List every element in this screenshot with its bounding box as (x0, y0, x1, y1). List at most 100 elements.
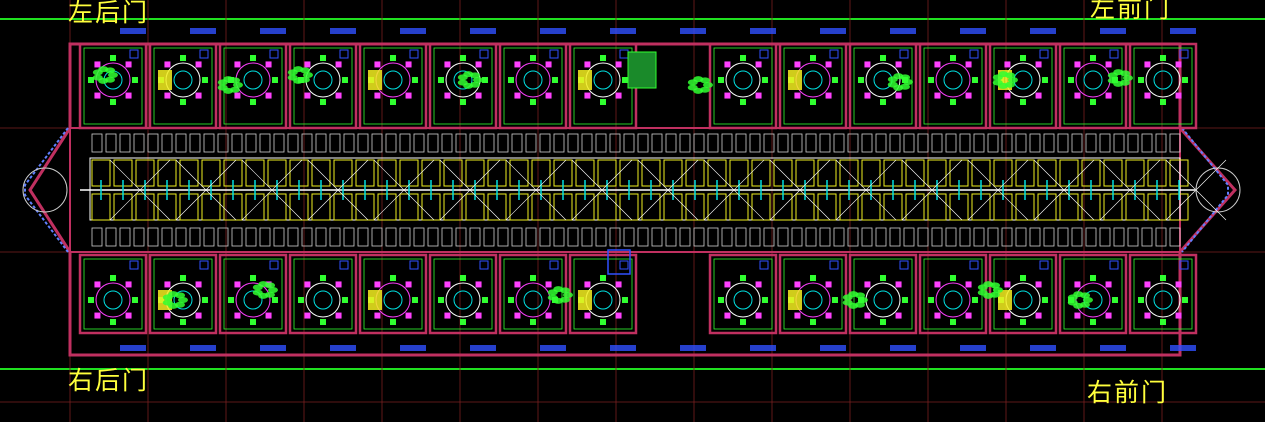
tag-mark (120, 28, 146, 34)
chair-mark (530, 275, 536, 281)
chair-mark (718, 297, 724, 303)
chair-mark (444, 281, 451, 288)
chair-mark (110, 55, 116, 61)
chair-mark (444, 61, 451, 68)
plant-icon (700, 77, 711, 84)
chair-mark (475, 61, 482, 68)
chair-mark (94, 281, 101, 288)
chair-mark (265, 312, 272, 319)
chair-mark (880, 55, 886, 61)
chair-mark (335, 92, 342, 99)
chair-mark (1090, 319, 1096, 325)
chair-mark (794, 92, 801, 99)
tag-mark (540, 28, 566, 34)
chair-mark (482, 297, 488, 303)
chair-mark (895, 312, 902, 319)
chair-mark (895, 92, 902, 99)
chair-mark (460, 55, 466, 61)
chair-mark (110, 275, 116, 281)
plant-icon (105, 67, 116, 74)
chair-mark (600, 55, 606, 61)
chair-mark (1182, 297, 1188, 303)
chair-mark (374, 312, 381, 319)
chair-mark (1160, 55, 1166, 61)
chair-mark (164, 281, 171, 288)
plant-icon (300, 67, 311, 74)
tag-mark (610, 345, 636, 351)
chair-mark (755, 281, 762, 288)
tag-mark (190, 345, 216, 351)
chair-mark (234, 281, 241, 288)
chair-mark (1144, 61, 1151, 68)
tag-mark (890, 28, 916, 34)
chair-mark (1074, 281, 1081, 288)
chair-mark (1074, 61, 1081, 68)
chair-mark (832, 297, 838, 303)
planter-block (627, 51, 657, 89)
chair-mark (1004, 61, 1011, 68)
chair-mark (530, 55, 536, 61)
chair-mark (740, 319, 746, 325)
chair-mark (810, 275, 816, 281)
chair-mark (584, 61, 591, 68)
plant-icon (92, 74, 103, 81)
chair-mark (1074, 92, 1081, 99)
plant-icon (457, 79, 468, 86)
chair-mark (794, 61, 801, 68)
chair-mark (740, 55, 746, 61)
chair-mark (1175, 61, 1182, 68)
tag-mark (260, 28, 286, 34)
chair-mark (615, 312, 622, 319)
chair-mark (180, 99, 186, 105)
chair-mark (950, 275, 956, 281)
chair-mark (600, 99, 606, 105)
chair-mark (405, 61, 412, 68)
plant-icon (252, 289, 263, 296)
chair-mark (584, 281, 591, 288)
chair-mark (1138, 297, 1144, 303)
chair-mark (972, 77, 978, 83)
chair-mark (1105, 92, 1112, 99)
chair-mark (950, 55, 956, 61)
tag-mark (890, 345, 916, 351)
chair-mark (374, 281, 381, 288)
chair-mark (195, 281, 202, 288)
tag-mark (960, 345, 986, 351)
plant-icon (217, 84, 228, 91)
chair-mark (934, 281, 941, 288)
chair-mark (265, 61, 272, 68)
chair-mark (405, 281, 412, 288)
chair-mark (794, 312, 801, 319)
chair-mark (88, 297, 94, 303)
chair-mark (1035, 61, 1042, 68)
tag-mark (1170, 345, 1196, 351)
chair-mark (475, 92, 482, 99)
plant-icon (1067, 299, 1078, 306)
tag-mark (960, 28, 986, 34)
plant-icon (265, 282, 276, 289)
chair-mark (390, 275, 396, 281)
chair-mark (272, 77, 278, 83)
tag-mark (680, 345, 706, 351)
highlight-panel (788, 290, 802, 310)
chair-mark (810, 55, 816, 61)
chair-mark (250, 55, 256, 61)
chair-mark (412, 77, 418, 83)
chair-mark (724, 312, 731, 319)
plant-icon (900, 74, 911, 81)
chair-mark (755, 92, 762, 99)
chair-mark (265, 92, 272, 99)
chair-mark (1090, 55, 1096, 61)
chair-mark (320, 55, 326, 61)
plant-icon (842, 299, 853, 306)
chair-mark (858, 77, 864, 83)
chair-mark (195, 61, 202, 68)
chair-mark (1090, 275, 1096, 281)
chair-mark (832, 77, 838, 83)
tag-mark (1100, 28, 1126, 34)
chair-mark (390, 99, 396, 105)
chair-mark (202, 297, 208, 303)
chair-mark (444, 92, 451, 99)
chair-mark (320, 275, 326, 281)
chair-mark (1090, 99, 1096, 105)
